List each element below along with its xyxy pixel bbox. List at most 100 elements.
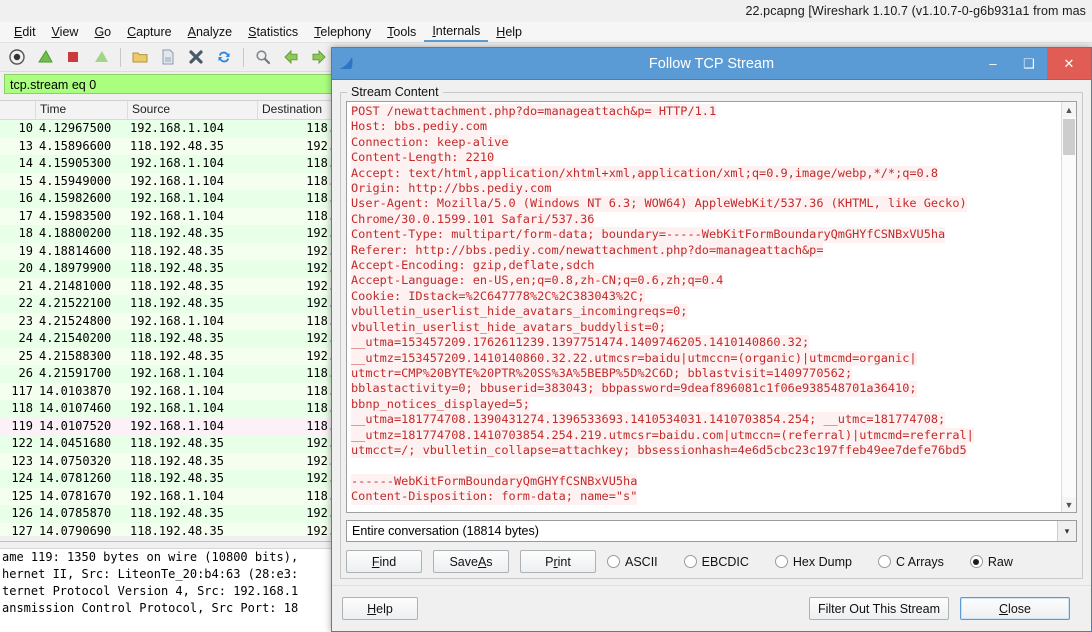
cell-src: 118.192.48.35 [130,436,224,450]
cell-src: 192.168.1.104 [130,208,224,223]
chevron-down-icon[interactable]: ▾ [1057,521,1076,541]
radio-ebcdic[interactable]: EBCDIC [683,555,749,569]
capture-options-icon[interactable] [4,45,30,70]
stream-line: vbulletin_userlist_hide_avatars_buddylis… [351,319,666,336]
stream-content-group: Stream Content POST /newattachment.php?d… [340,85,1083,579]
menu-item-help[interactable]: Help [488,23,530,41]
conversation-select[interactable]: Entire conversation (18814 bytes) ▾ [346,520,1077,542]
format-radio-group: ASCII EBCDIC Hex Dump C Arrays Raw [607,555,1039,569]
radio-hex-dump[interactable]: Hex Dump [774,555,852,569]
menu-item-view[interactable]: View [44,23,87,41]
cell-src: 118.192.48.35 [130,138,224,153]
stream-content-box[interactable]: POST /newattachment.php?do=manageattach&… [346,101,1077,513]
cell-no: 119 [11,418,33,433]
menu-item-statistics[interactable]: Statistics [240,23,306,41]
cell-time: 14.0790690 [39,523,112,537]
close-file-icon[interactable] [183,45,209,70]
go-forward-icon[interactable] [306,45,332,70]
stream-line: __utmz=153457209.1410140860.32.22.utmcsr… [351,350,917,366]
help-button[interactable]: Help [342,597,418,620]
stream-line [351,458,1061,473]
radio-c-arrays[interactable]: C Arrays [877,555,944,569]
cell-time: 4.15905300 [39,156,112,170]
cell-src: 118.192.48.35 [130,506,224,520]
scroll-down-icon[interactable]: ▼ [1062,497,1076,512]
cell-src: 192.168.1.104 [130,418,224,433]
dialog-footer: Help Filter Out This Stream Close [332,585,1091,631]
cell-time: 14.0781260 [39,471,112,485]
menu-item-capture[interactable]: Capture [119,23,179,41]
conversation-select-value: Entire conversation (18814 bytes) [352,524,539,538]
stream-line: utmctr=CMP%20BYTE%20PTR%20SS%3A%5BEBP%5D… [351,365,853,382]
dialog-body: Stream Content POST /newattachment.php?d… [332,80,1091,585]
find-button[interactable]: Find [346,550,422,573]
stream-line: bbnp_notices_displayed=5; [351,396,530,413]
cell-src: 192.168.1.104 [130,156,224,170]
stream-line: Referer: http://bbs.pediy.com/newattachm… [351,242,824,259]
cell-time: 4.18814600 [39,243,112,258]
menu-item-internals[interactable]: Internals [424,22,489,42]
cell-no: 15 [18,173,33,188]
cell-no: 124 [11,471,33,485]
stream-line: User-Agent: Mozilla/5.0 (Windows NT 6.3;… [351,196,967,212]
stream-content-text[interactable]: POST /newattachment.php?do=manageattach&… [347,102,1061,512]
stream-line: Accept-Language: en-US,en;q=0.8,zh-CN;q=… [351,273,724,289]
cell-no: 127 [11,523,33,537]
column-header-no[interactable] [0,101,36,119]
cell-src: 118.192.48.35 [130,471,224,485]
column-header-source[interactable]: Source [128,101,258,119]
minimize-button[interactable]: – [975,48,1011,79]
column-header-time[interactable]: Time [36,101,128,119]
radio-label: Raw [987,554,1013,569]
cell-no: 13 [18,138,33,153]
radio-dot [969,555,983,568]
cell-no: 118 [11,401,33,415]
scrollbar-thumb[interactable] [1063,119,1075,155]
toolbar-separator [120,47,121,67]
print-button[interactable]: Pr int [520,550,596,573]
filter-out-this-stream-button[interactable]: Filter Out This Stream [808,597,949,620]
stream-line: vbulletin_userlist_hide_avatars_incoming… [351,304,688,320]
menu-item-telephony[interactable]: Telephony [306,23,379,41]
cell-no: 122 [11,436,33,450]
cell-time: 14.0451680 [39,436,112,450]
menu-item-tools[interactable]: Tools [379,23,424,41]
wireshark-shark-fin-icon [332,55,362,73]
stream-line: Content-Type: multipart/form-data; bound… [351,227,946,243]
cell-src: 118.192.48.35 [130,261,224,275]
menu-item-analyze[interactable]: Analyze [180,23,240,41]
cell-src: 192.168.1.104 [130,366,224,380]
stream-scrollbar[interactable]: ▲ ▼ [1061,102,1076,512]
scroll-up-icon[interactable]: ▲ [1062,102,1076,117]
cell-no: 25 [18,348,33,363]
cell-time: 4.15949000 [39,173,112,188]
dialog-titlebar[interactable]: Follow TCP Stream – ❑ ✕ [332,48,1091,80]
cell-no: 26 [18,366,33,380]
cell-no: 126 [11,506,33,520]
close-icon[interactable]: ✕ [1047,48,1091,79]
stream-line: Chrome/30.0.1599.101 Safari/537.36 [351,211,595,228]
stream-line: utmcct=/; vbulletin_collapse=attachkey; … [351,442,967,459]
cell-src: 118.192.48.35 [130,243,224,258]
radio-raw[interactable]: Raw [969,554,1013,569]
maximize-button[interactable]: ❑ [1011,48,1047,79]
cell-src: 192.168.1.104 [130,191,224,205]
save-file-icon[interactable] [155,45,181,70]
menu-item-go[interactable]: Go [86,23,119,41]
go-back-icon[interactable] [278,45,304,70]
reload-icon[interactable] [211,45,237,70]
find-packet-icon[interactable] [250,45,276,70]
cell-no: 24 [18,331,33,345]
menu-bar: Edit View Go Capture Analyze Statistics Teleph… [0,22,1092,43]
menu-item-edit[interactable]: Edit [6,23,44,41]
stream-line: Accept-Encoding: gzip,deflate,sdch [351,258,595,274]
start-capture-icon[interactable] [32,45,58,70]
stop-capture-icon[interactable] [60,45,86,70]
open-file-icon[interactable] [127,45,153,70]
close-button[interactable]: Close [960,597,1070,620]
radio-ascii[interactable]: ASCII [607,555,658,569]
cell-time: 4.15896600 [39,138,112,153]
save-as-button[interactable]: Save As [433,550,509,573]
restart-capture-icon[interactable] [88,45,114,70]
stream-line: Cookie: IDstack=%2C647778%2C%2C383043%2C… [351,288,645,305]
